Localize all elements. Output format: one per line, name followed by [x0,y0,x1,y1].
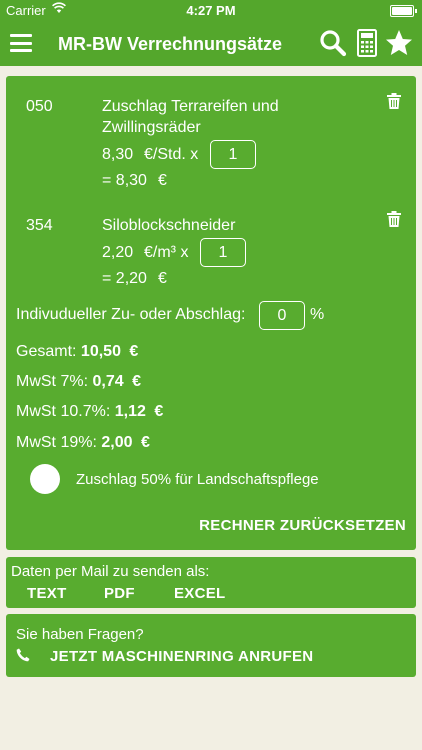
vat-label: MwSt 19%: [16,434,97,451]
item-price: 8,30 [102,146,134,163]
mail-card: Daten per Mail zu senden als: TEXT PDF E… [6,557,416,608]
status-bar: Carrier 4:27 PM [0,0,422,22]
item-price: 2,20 [102,244,134,261]
item-total-unit: € [158,172,167,189]
search-icon[interactable] [318,28,348,58]
calculator-card: 050 Zuschlag Terrareifen und Zwillingsrä… [6,76,416,550]
item-total: = 2,20 [102,270,147,287]
total-label: Gesamt: [16,343,77,360]
quantity-input[interactable]: 1 [210,140,256,169]
item-name: Siloblockschneider [102,217,236,234]
item-total: = 8,30 [102,172,147,189]
item-code: 354 [26,217,53,234]
vat-value: 0,74 [92,373,124,390]
item-unit: €/m³ x [144,244,189,261]
page-title: MR-BW Verrechnungsätze [58,34,283,54]
star-icon[interactable] [384,28,414,58]
vat-label: MwSt 7%: [16,373,89,390]
mail-heading: Daten per Mail zu senden als: [11,563,210,580]
surcharge-label: Zuschlag 50% für Landschaftspflege [76,471,319,488]
call-button[interactable]: JETZT MASCHINENRING ANRUFEN [50,648,313,665]
vat-7-row: MwSt 7%: 0,74 € [16,373,141,391]
total-unit: € [129,343,139,360]
nav-bar: MR-BW Verrechnungsätze [0,22,422,66]
mail-text-button[interactable]: TEXT [27,585,67,602]
battery-icon [390,5,417,17]
item-name: Zuschlag Terrareifen und [102,98,279,115]
adjustment-label: Indivudueller Zu- oder Abschlag: [16,306,246,323]
mail-pdf-button[interactable]: PDF [104,585,135,602]
vat-value: 2,00 [101,434,133,451]
trash-icon[interactable] [387,93,401,109]
vat-unit: € [132,373,141,390]
vat-10-7-row: MwSt 10.7%: 1,12 € [16,403,163,421]
vat-19-row: MwSt 19%: 2,00 € [16,434,150,452]
reset-button[interactable]: RECHNER ZURÜCKSETZEN [199,517,406,534]
vat-unit: € [154,403,164,420]
contact-heading: Sie haben Fragen? [16,626,144,643]
phone-icon [16,648,30,662]
menu-icon[interactable] [10,34,32,52]
vat-unit: € [140,434,150,451]
mail-excel-button[interactable]: EXCEL [174,585,226,602]
calculator-icon[interactable] [352,28,382,58]
surcharge-toggle[interactable] [30,464,60,494]
vat-value: 1,12 [114,403,146,420]
vat-label: MwSt 10.7%: [16,403,111,420]
item-unit: €/Std. x [144,146,199,163]
total-row: Gesamt: 10,50 € [16,343,138,361]
item-code: 050 [26,98,53,115]
adjustment-unit: % [310,306,325,323]
status-time: 4:27 PM [186,3,236,18]
item-total-unit: € [158,270,167,287]
contact-card: Sie haben Fragen? JETZT MASCHINENRING AN… [6,614,416,677]
adjustment-input[interactable]: 0 [259,301,305,330]
trash-icon[interactable] [387,211,401,227]
total-value: 10,50 [80,343,121,360]
item-name-continued: Zwillingsräder [102,119,201,136]
quantity-input[interactable]: 1 [200,238,246,267]
